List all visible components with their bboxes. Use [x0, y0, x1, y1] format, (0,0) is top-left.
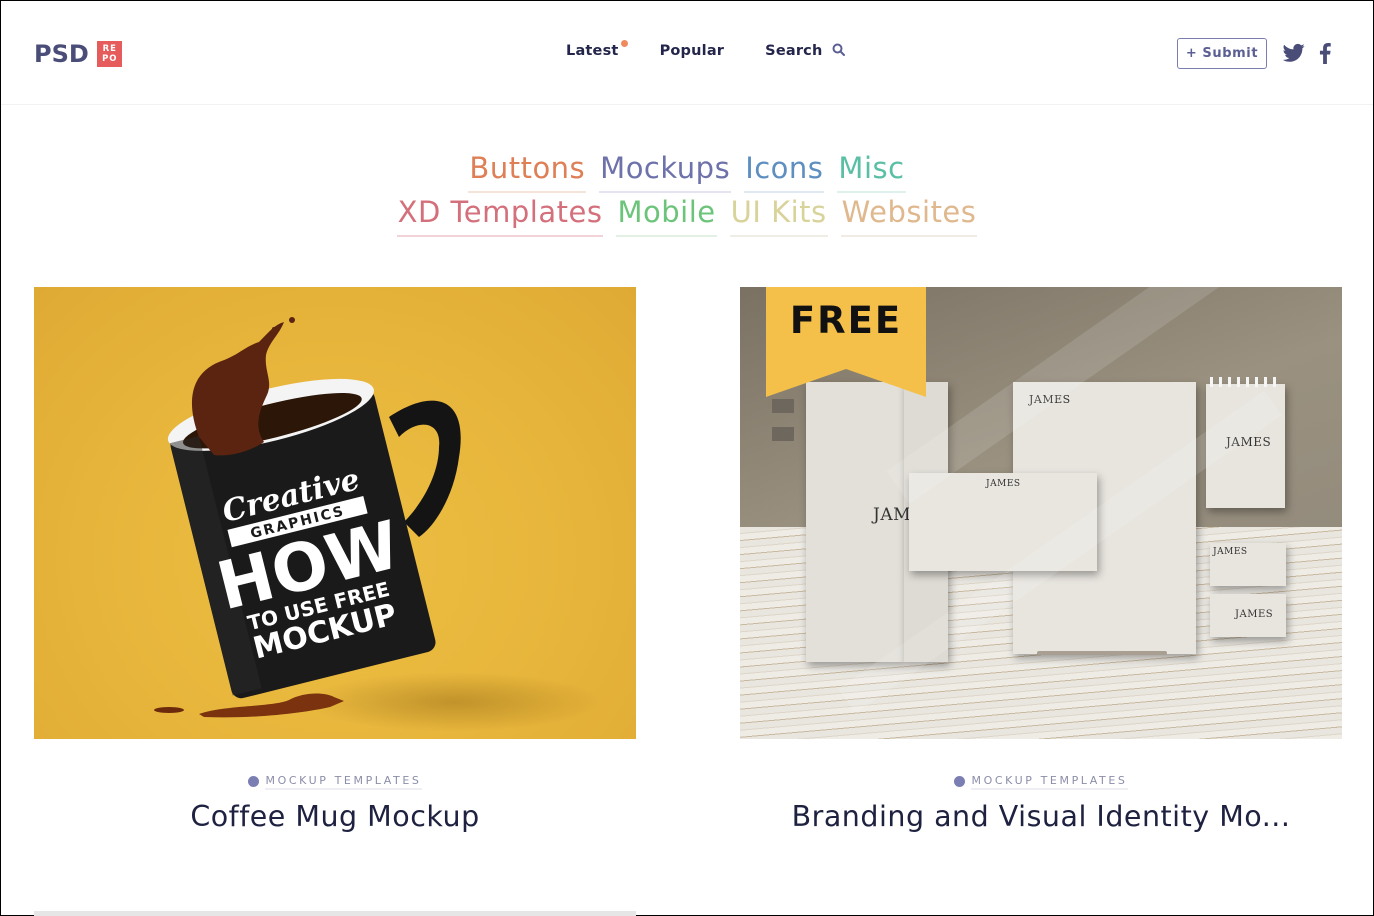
nav-popular[interactable]: Popular [660, 43, 725, 59]
submit-button[interactable]: + Submit [1177, 38, 1267, 69]
envelope-brand-text: JAMES [986, 479, 1021, 489]
site-logo[interactable]: PSD RE PO [34, 41, 122, 67]
folder-brand-text: JAM [873, 505, 911, 525]
category-row-1: Buttons Mockups Icons Misc [1, 149, 1373, 193]
card-thumbnail-coffee-mug[interactable]: Creative GRAPHICS HOW TO USE FREE MOCKUP [34, 287, 636, 739]
pencil [1037, 651, 1167, 655]
business-card-brand-text: JAMES [1235, 609, 1274, 620]
logo-badge-line1: RE [102, 44, 117, 54]
card-thumbnail-branding[interactable]: JAM JAMES JAMES JAMES JAMES JAMES FREE [740, 287, 1342, 739]
category-xd-templates[interactable]: XD Templates [396, 193, 604, 237]
category-mockups[interactable]: Mockups [599, 149, 732, 193]
twitter-link[interactable] [1282, 43, 1305, 67]
site-header: PSD RE PO Latest Popular Search + Submit [1, 1, 1373, 105]
category-misc[interactable]: Misc [837, 149, 906, 193]
card-category-label: MOCKUP TEMPLATES [971, 774, 1128, 790]
nav-search-label: Search [765, 43, 823, 59]
card-category-label: MOCKUP TEMPLATES [265, 774, 422, 790]
product-card: JAM JAMES JAMES JAMES JAMES JAMES FREE M [740, 287, 1342, 833]
twitter-icon [1282, 43, 1305, 62]
next-card-thumbnail-edge[interactable] [34, 911, 636, 916]
card-meta: MOCKUP TEMPLATES [740, 772, 1342, 792]
card-title[interactable]: Branding and Visual Identity Mo... [740, 800, 1342, 833]
category-links: Buttons Mockups Icons Misc XD Templates … [1, 149, 1373, 237]
search-icon [832, 43, 845, 56]
card-category-link[interactable]: MOCKUP TEMPLATES [954, 774, 1128, 790]
card-title[interactable]: Coffee Mug Mockup [34, 800, 636, 833]
logo-badge-line2: PO [102, 54, 118, 64]
new-indicator-dot [620, 40, 628, 47]
card-meta: MOCKUP TEMPLATES [34, 772, 636, 792]
nav-search[interactable]: Search [765, 43, 845, 59]
category-websites[interactable]: Websites [840, 193, 978, 237]
nav-popular-label: Popular [659, 43, 725, 59]
category-icons[interactable]: Icons [744, 149, 825, 193]
logo-badge: RE PO [96, 41, 122, 67]
category-row-2: XD Templates Mobile UI Kits Websites [1, 193, 1373, 237]
free-badge-text: FREE [789, 299, 903, 342]
category-mobile[interactable]: Mobile [616, 193, 717, 237]
product-card: Creative GRAPHICS HOW TO USE FREE MOCKUP… [34, 287, 636, 833]
nav-latest-label: Latest [566, 43, 619, 59]
binder-clip-icon [772, 427, 794, 441]
category-ui-kits[interactable]: UI Kits [729, 193, 828, 237]
card-category-link[interactable]: MOCKUP TEMPLATES [248, 774, 422, 790]
facebook-icon [1319, 43, 1331, 64]
category-buttons[interactable]: Buttons [468, 149, 587, 193]
category-dot-icon [248, 776, 260, 787]
binder-clip-icon [772, 399, 794, 413]
category-dot-icon [954, 776, 966, 787]
nav-latest[interactable]: Latest [566, 40, 628, 59]
main-nav: Latest Popular Search [566, 40, 845, 59]
logo-text: PSD [34, 40, 89, 68]
coffee-mug-illustration: Creative GRAPHICS HOW TO USE FREE MOCKUP [154, 317, 461, 718]
business-card-brand-text: JAMES [1213, 547, 1248, 557]
facebook-link[interactable] [1319, 43, 1331, 68]
notepad-spiral [1210, 377, 1282, 387]
